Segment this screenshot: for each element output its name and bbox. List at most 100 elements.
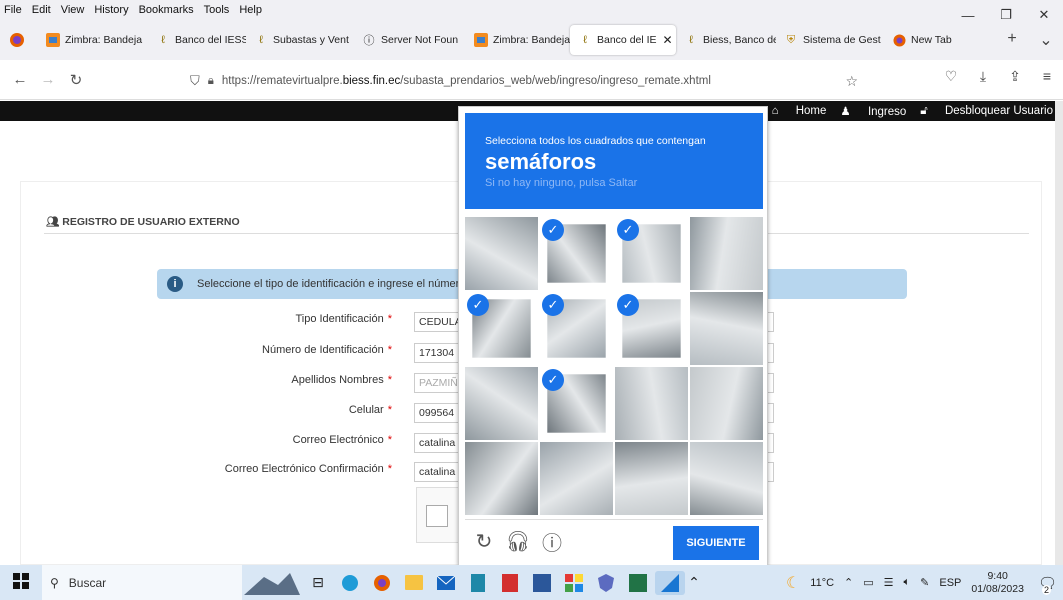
captcha-tile[interactable]: ✓ <box>465 292 538 365</box>
close-tab-icon[interactable]: ✕ <box>663 33 673 47</box>
page-scrollbar[interactable] <box>1055 101 1063 565</box>
tab-subastas[interactable]: ℓ Subastas y Vent <box>246 25 354 55</box>
new-tab-plus-icon[interactable]: + <box>995 30 1029 50</box>
clock-time: 9:40 <box>987 569 1008 582</box>
weather-temp[interactable]: 11°C <box>810 577 834 589</box>
menu-file[interactable]: File <box>4 4 22 16</box>
label-correo: Correo Electrónico * <box>292 434 392 446</box>
download-icon[interactable]: ⤓ <box>967 68 999 85</box>
url-text: https://rematevirtualpre.biess.fin.ec/su… <box>221 75 711 87</box>
windows-start-icon[interactable] <box>0 572 42 593</box>
notification-icon[interactable]: 🗨︎ 2 <box>1038 574 1057 595</box>
captcha-tile-image <box>690 367 763 440</box>
siguiente-button[interactable]: SIGUIENTE <box>673 526 759 560</box>
security-shield-icon[interactable] <box>591 571 621 595</box>
captcha-tile[interactable] <box>690 442 763 515</box>
pen-icon[interactable]: ✎ <box>920 576 929 589</box>
menu-help[interactable]: Help <box>239 4 262 16</box>
acrobat-icon[interactable] <box>495 571 525 595</box>
captcha-tile[interactable] <box>615 367 688 440</box>
tab-zimbra-2[interactable]: Zimbra: Bandeja <box>466 25 570 55</box>
task-view-icon[interactable]: ⊟ <box>303 571 333 595</box>
captcha-tile-image <box>615 367 688 440</box>
captcha-tile[interactable] <box>690 367 763 440</box>
share-icon[interactable]: ⇪ <box>999 68 1031 85</box>
tab-sistema[interactable]: ⛨ Sistema de Gest <box>776 25 884 55</box>
battery-icon[interactable]: ▭ <box>863 576 873 589</box>
tab-banco-iess-active[interactable]: ℓ Banco del IE ✕ <box>570 25 676 55</box>
menu-edit[interactable]: Edit <box>32 4 51 16</box>
taskbar: ⚲ Buscar ⊟ ⌃ ☾ 11°C ⌃ ▭ ☰ 🔈︎ ✎ ESP 9:40 … <box>0 565 1063 600</box>
shield-icon: ⛨ <box>786 33 796 46</box>
apps-grid-icon[interactable] <box>559 571 589 595</box>
pocket-icon[interactable]: ♡ <box>935 68 967 85</box>
excel-icon[interactable] <box>623 571 653 595</box>
menu-view[interactable]: View <box>61 4 85 16</box>
captcha-tile[interactable]: ✓ <box>615 292 688 365</box>
tab-biess-banco[interactable]: ℓ Biess, Banco del <box>676 25 776 55</box>
edge-icon[interactable] <box>335 571 365 595</box>
forward-icon[interactable]: → <box>34 71 62 88</box>
firefox-taskbar-icon[interactable] <box>367 571 397 595</box>
network-icon[interactable]: ☰ <box>884 576 894 589</box>
tab-server-not-found[interactable]: ⓘ Server Not Foun <box>354 25 466 55</box>
tab-zimbra-1[interactable]: Zimbra: Bandeja <box>38 25 148 55</box>
help-info-icon[interactable]: ⓘ <box>537 527 567 556</box>
menu-bookmarks[interactable]: Bookmarks <box>139 4 194 16</box>
volume-icon[interactable]: 🔈︎ <box>904 576 911 589</box>
alert-text: Seleccione el tipo de identificación e i… <box>197 278 466 290</box>
menu-tools[interactable]: Tools <box>204 4 230 16</box>
word-icon[interactable] <box>527 571 557 595</box>
label-numero-identificacion: Número de Identificación * <box>262 344 392 356</box>
clock[interactable]: 9:40 01/08/2023 <box>971 570 1024 596</box>
nav-desbloquear[interactable]: 🔓︎ Desbloquear Usuario <box>920 105 1053 118</box>
tab-new-tab[interactable]: New Tab <box>884 25 964 55</box>
reload-icon[interactable]: ↻ <box>62 71 90 89</box>
captcha-tile[interactable]: ✓ <box>540 367 613 440</box>
firefox-view-icon[interactable] <box>6 29 28 51</box>
nav-home[interactable]: ⌂ Home <box>772 105 827 117</box>
nav-ingreso[interactable]: ♟ Ingreso <box>840 104 906 118</box>
tracking-shield-icon[interactable]: ⛉ <box>190 73 200 89</box>
taskbar-search[interactable]: ⚲ Buscar <box>42 565 242 600</box>
audio-challenge-icon[interactable]: 🎧︎ <box>503 529 533 554</box>
language-indicator[interactable]: ESP <box>939 577 961 589</box>
tab-label: Banco del IESS <box>175 34 246 46</box>
mail-icon[interactable] <box>431 571 461 595</box>
captcha-tile[interactable]: ✓ <box>615 217 688 290</box>
file-explorer-icon[interactable] <box>399 571 429 595</box>
bookmark-star-icon[interactable]: ☆ <box>845 73 858 90</box>
captcha-tile[interactable] <box>540 442 613 515</box>
tab-label: Zimbra: Bandeja <box>65 34 143 46</box>
lock-icon[interactable]: 🔒︎ <box>208 75 214 88</box>
reload-challenge-icon[interactable]: ↻ <box>469 529 499 554</box>
captcha-tile[interactable] <box>465 442 538 515</box>
active-app-icon[interactable] <box>655 570 685 595</box>
weather-moon-icon[interactable]: ☾ <box>786 573 800 593</box>
url-bar[interactable]: ⛉ 🔒︎ https://rematevirtualpre.biess.fin.… <box>190 68 862 94</box>
biess-icon: ℓ <box>583 34 587 46</box>
label-correo-confirmacion: Correo Electrónico Confirmación * <box>224 463 392 475</box>
captcha-tile[interactable]: ✓ <box>540 292 613 365</box>
selected-check-icon: ✓ <box>542 219 564 241</box>
captcha-tile[interactable] <box>465 367 538 440</box>
calculator-icon[interactable] <box>463 571 493 595</box>
back-icon[interactable]: ← <box>6 71 34 88</box>
list-tabs-icon[interactable]: ⌄ <box>1029 30 1063 50</box>
tab-banco-iess[interactable]: ℓ Banco del IESS <box>148 25 246 55</box>
label-apellidos-nombres: Apellidos Nombres * <box>291 374 392 386</box>
selected-check-icon: ✓ <box>542 294 564 316</box>
captcha-tile[interactable] <box>690 292 763 365</box>
tray-expand-icon[interactable]: ⌃ <box>844 576 853 589</box>
captcha-tile[interactable] <box>615 442 688 515</box>
overflow-arrows-icon[interactable]: ⌃ <box>687 571 701 595</box>
recaptcha-checkbox[interactable] <box>426 505 448 527</box>
captcha-tile[interactable] <box>690 217 763 290</box>
menu-history[interactable]: History <box>94 4 128 16</box>
captcha-tile-image <box>690 292 763 365</box>
app-menu-icon[interactable]: ≡ <box>1031 68 1063 85</box>
captcha-tile[interactable]: ✓ <box>540 217 613 290</box>
section-title: 👥︎ REGISTRO DE USUARIO EXTERNO <box>46 216 240 228</box>
captcha-hint: Si no hay ninguno, pulsa Saltar <box>485 177 638 189</box>
captcha-tile[interactable] <box>465 217 538 290</box>
